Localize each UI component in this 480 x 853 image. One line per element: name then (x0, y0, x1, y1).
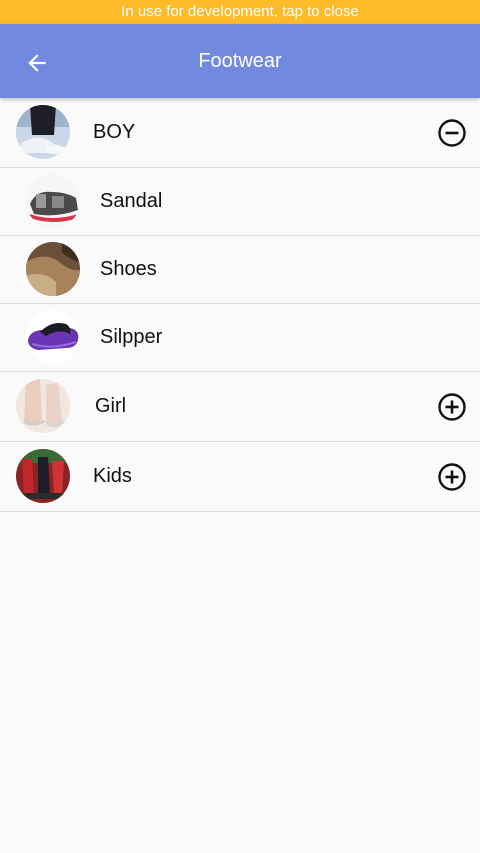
category-label-kids: Kids (93, 465, 132, 487)
subcategory-image-sandal (26, 174, 80, 228)
development-banner[interactable]: In use for development, tap to close (0, 0, 480, 24)
subcategory-image-shoes (26, 242, 80, 296)
category-list: BOY Sandal Shoes Silpper Girl Kids (0, 98, 480, 512)
category-row-kids[interactable]: Kids (0, 442, 480, 512)
subcategory-row-sandal[interactable]: Sandal (0, 168, 480, 236)
category-row-boy[interactable]: BOY (0, 98, 480, 168)
subcategory-image-silpper (26, 310, 80, 364)
plus-circle-icon (438, 393, 466, 421)
subcategory-row-silpper[interactable]: Silpper (0, 304, 480, 372)
category-image-kids (16, 449, 70, 503)
subcategory-row-shoes[interactable]: Shoes (0, 236, 480, 304)
plus-circle-icon (438, 463, 466, 491)
subcategory-label-shoes: Shoes (100, 258, 157, 280)
minus-circle-icon (438, 119, 466, 147)
category-image-boy (16, 105, 70, 159)
category-label-boy: BOY (93, 121, 136, 143)
collapse-boy-button[interactable] (432, 113, 472, 153)
page-title: Footwear (198, 50, 282, 72)
expand-girl-button[interactable] (432, 387, 472, 427)
subcategory-label-sandal: Sandal (100, 190, 163, 212)
expand-kids-button[interactable] (432, 457, 472, 497)
subcategory-label-silpper: Silpper (100, 326, 163, 348)
category-image-girl (16, 379, 70, 433)
app-bar: Footwear (0, 24, 480, 98)
category-label-girl: Girl (95, 395, 127, 417)
category-row-girl[interactable]: Girl (0, 372, 480, 442)
